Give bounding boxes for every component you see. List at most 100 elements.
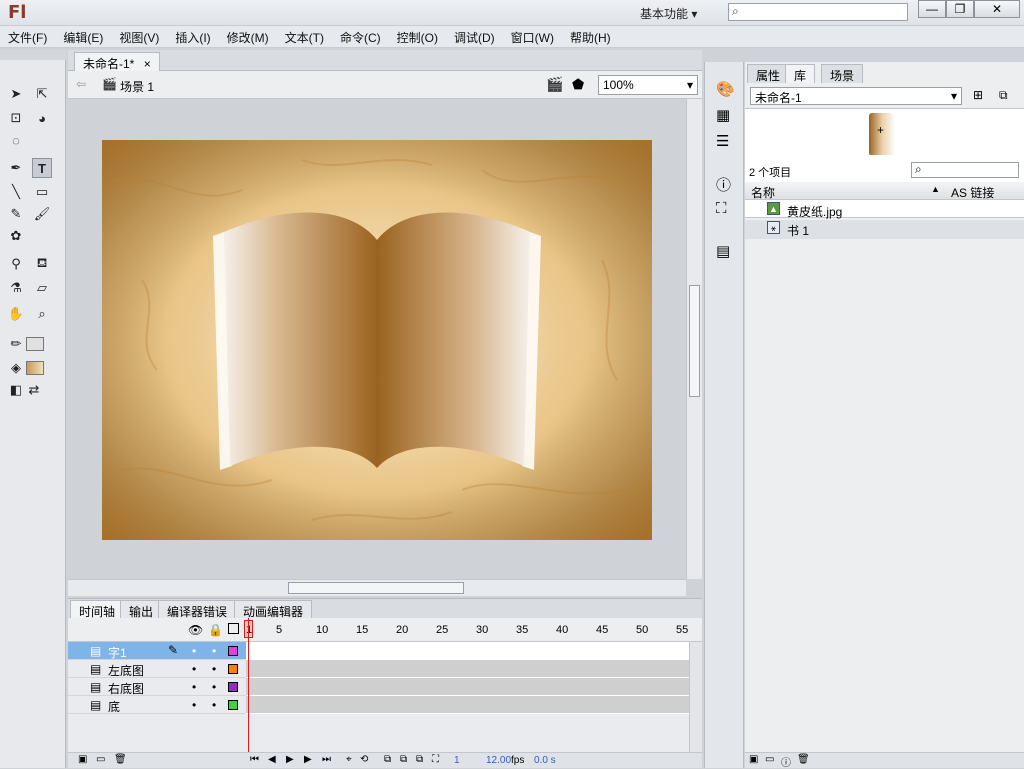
info-panel-icon[interactable]: ⓘ (716, 174, 731, 195)
lock-dot[interactable]: • (212, 698, 216, 712)
subselection-tool-icon[interactable]: ⇱ (32, 84, 52, 104)
timeline-vertical-scrollbar[interactable] (689, 642, 702, 752)
fill-color-icon[interactable]: ◈ (6, 358, 26, 378)
stroke-color-icon[interactable]: ✏ (6, 334, 26, 354)
hand-tool-icon[interactable]: ✋ (6, 304, 26, 324)
menu-edit[interactable]: 编辑(E) (55, 26, 111, 46)
layer-frames[interactable] (246, 696, 689, 714)
library-document-select[interactable]: 未命名-1 ▾ (750, 87, 962, 105)
help-search-input[interactable]: ⌕ (728, 3, 908, 21)
bone-tool-icon[interactable]: ⚲ (6, 254, 26, 274)
brush-tool-icon[interactable]: 🖌 (32, 204, 52, 224)
menu-file[interactable]: 文件(F) (0, 26, 55, 46)
swatches-panel-icon[interactable]: ▦ (716, 106, 730, 124)
back-arrow-icon[interactable]: ⇦ (76, 77, 86, 91)
first-frame-icon[interactable]: ⏮ (250, 754, 259, 765)
layer-frames[interactable] (246, 678, 689, 696)
edit-symbols-icon[interactable]: ⬟ (572, 76, 584, 93)
edit-scene-icon[interactable]: 🎬 (546, 76, 563, 93)
column-name[interactable]: 名称 (751, 184, 775, 201)
play-icon[interactable]: ▶ (286, 754, 294, 765)
lasso-tool-icon[interactable]: ◌ (6, 130, 26, 150)
pin-library-icon[interactable]: ⊞ (973, 88, 983, 102)
menu-help[interactable]: 帮助(H) (562, 26, 619, 46)
workspace-switcher[interactable]: 基本功能 ▾ (640, 5, 697, 22)
tab-library[interactable]: 库 (785, 64, 816, 83)
fps-value[interactable]: 12.00 (486, 755, 511, 766)
selection-tool-icon[interactable]: ➤ (6, 84, 26, 104)
onion-outline-icon[interactable]: ⧉ (400, 754, 407, 765)
visibility-dot[interactable]: • (192, 698, 196, 712)
lock-dot[interactable]: • (212, 680, 216, 694)
tab-properties[interactable]: 属性 (747, 64, 790, 83)
delete-layer-icon[interactable]: 🗑 (114, 754, 127, 765)
free-transform-tool-icon[interactable]: ⊡ (6, 108, 26, 128)
pen-tool-icon[interactable]: ✒ (6, 158, 26, 178)
new-library-panel-icon[interactable]: ⧉ (999, 88, 1008, 103)
text-tool-icon[interactable]: T (32, 158, 52, 178)
library-item[interactable]: ⚹ 书 1 (745, 220, 1024, 239)
tab-scene[interactable]: 场景 (821, 64, 864, 83)
new-folder-icon[interactable]: ▭ (765, 754, 774, 765)
layer-color-swatch[interactable] (228, 682, 238, 692)
tab-compiler-errors[interactable]: 编译器错误 (158, 600, 237, 619)
stage-horizontal-scrollbar[interactable] (68, 579, 686, 596)
stage-vertical-scrollbar[interactable] (686, 99, 702, 579)
lock-dot[interactable]: • (212, 644, 216, 658)
stroke-color-swatch[interactable] (26, 337, 44, 351)
document-tab[interactable]: 未命名-1* × (74, 52, 160, 71)
outline-icon[interactable] (228, 623, 239, 634)
lock-dot[interactable]: • (212, 662, 216, 676)
eraser-tool-icon[interactable]: ▱ (32, 278, 52, 298)
library-item[interactable]: ▲ 黄皮纸.jpg (745, 201, 1024, 220)
column-linkage[interactable]: AS 链接 (951, 184, 994, 201)
new-layer-icon[interactable]: ▣ (78, 754, 87, 765)
rectangle-tool-icon[interactable]: ▭ (32, 182, 52, 202)
close-icon[interactable]: × (144, 57, 151, 71)
deco-tool-icon[interactable]: ✿ (6, 226, 26, 246)
paint-bucket-tool-icon[interactable]: ⛾ (32, 254, 52, 274)
sort-up-icon[interactable]: ▲ (931, 184, 940, 194)
layer-row[interactable]: ▤ 字1 ✎ • • (68, 642, 246, 660)
prev-frame-icon[interactable]: ◀ (268, 754, 276, 765)
layer-row[interactable]: ▤ 右底图 • • (68, 678, 246, 696)
menu-debug[interactable]: 调试(D) (446, 26, 503, 46)
loop-icon[interactable]: ⟲ (360, 754, 368, 765)
menu-control[interactable]: 控制(O) (389, 26, 446, 46)
new-folder-icon[interactable]: ▭ (96, 754, 105, 765)
visibility-dot[interactable]: • (192, 662, 196, 676)
layer-frames[interactable] (246, 660, 689, 678)
eyedropper-tool-icon[interactable]: ⚗ (6, 278, 26, 298)
library-search-input[interactable]: ⌕ (911, 162, 1019, 178)
layer-color-swatch[interactable] (228, 664, 238, 674)
components-panel-icon[interactable]: ▤ (716, 242, 730, 260)
menu-text[interactable]: 文本(T) (277, 26, 332, 46)
tab-timeline[interactable]: 时间轴 (70, 600, 125, 619)
edit-multiple-frames-icon[interactable]: ⧉ (416, 754, 423, 765)
restore-button[interactable]: ❐ (946, 0, 974, 18)
zoom-tool-icon[interactable]: ⌕ (32, 304, 52, 324)
layer-row[interactable]: ▤ 左底图 • • (68, 660, 246, 678)
book-graphic[interactable] (213, 212, 541, 470)
swap-colors-icon[interactable]: ⇄ (24, 380, 44, 400)
delete-icon[interactable]: 🗑 (797, 754, 810, 765)
menu-view[interactable]: 视图(V) (111, 26, 167, 46)
line-tool-icon[interactable]: ╲ (6, 182, 26, 202)
visibility-dot[interactable]: • (192, 680, 196, 694)
stage[interactable] (102, 140, 652, 540)
new-symbol-icon[interactable]: ▣ (749, 754, 758, 765)
minimize-button[interactable]: — (918, 0, 946, 18)
menu-modify[interactable]: 修改(M) (219, 26, 277, 46)
horizontal-scroll-thumb[interactable] (288, 582, 464, 594)
visibility-dot[interactable]: • (192, 644, 196, 658)
menu-commands[interactable]: 命令(C) (332, 26, 389, 46)
pencil-tool-icon[interactable]: ✎ (6, 204, 26, 224)
menu-insert[interactable]: 插入(I) (167, 26, 218, 46)
transform-panel-icon[interactable]: ⛶ (716, 200, 727, 217)
properties-icon[interactable]: ⓘ (781, 754, 791, 769)
color-panel-icon[interactable]: 🎨 (716, 80, 735, 98)
eye-icon[interactable]: 👁 (188, 623, 203, 637)
last-frame-icon[interactable]: ⏭ (322, 754, 331, 765)
fill-color-swatch[interactable] (26, 361, 44, 375)
default-colors-icon[interactable]: ◧ (6, 380, 26, 400)
